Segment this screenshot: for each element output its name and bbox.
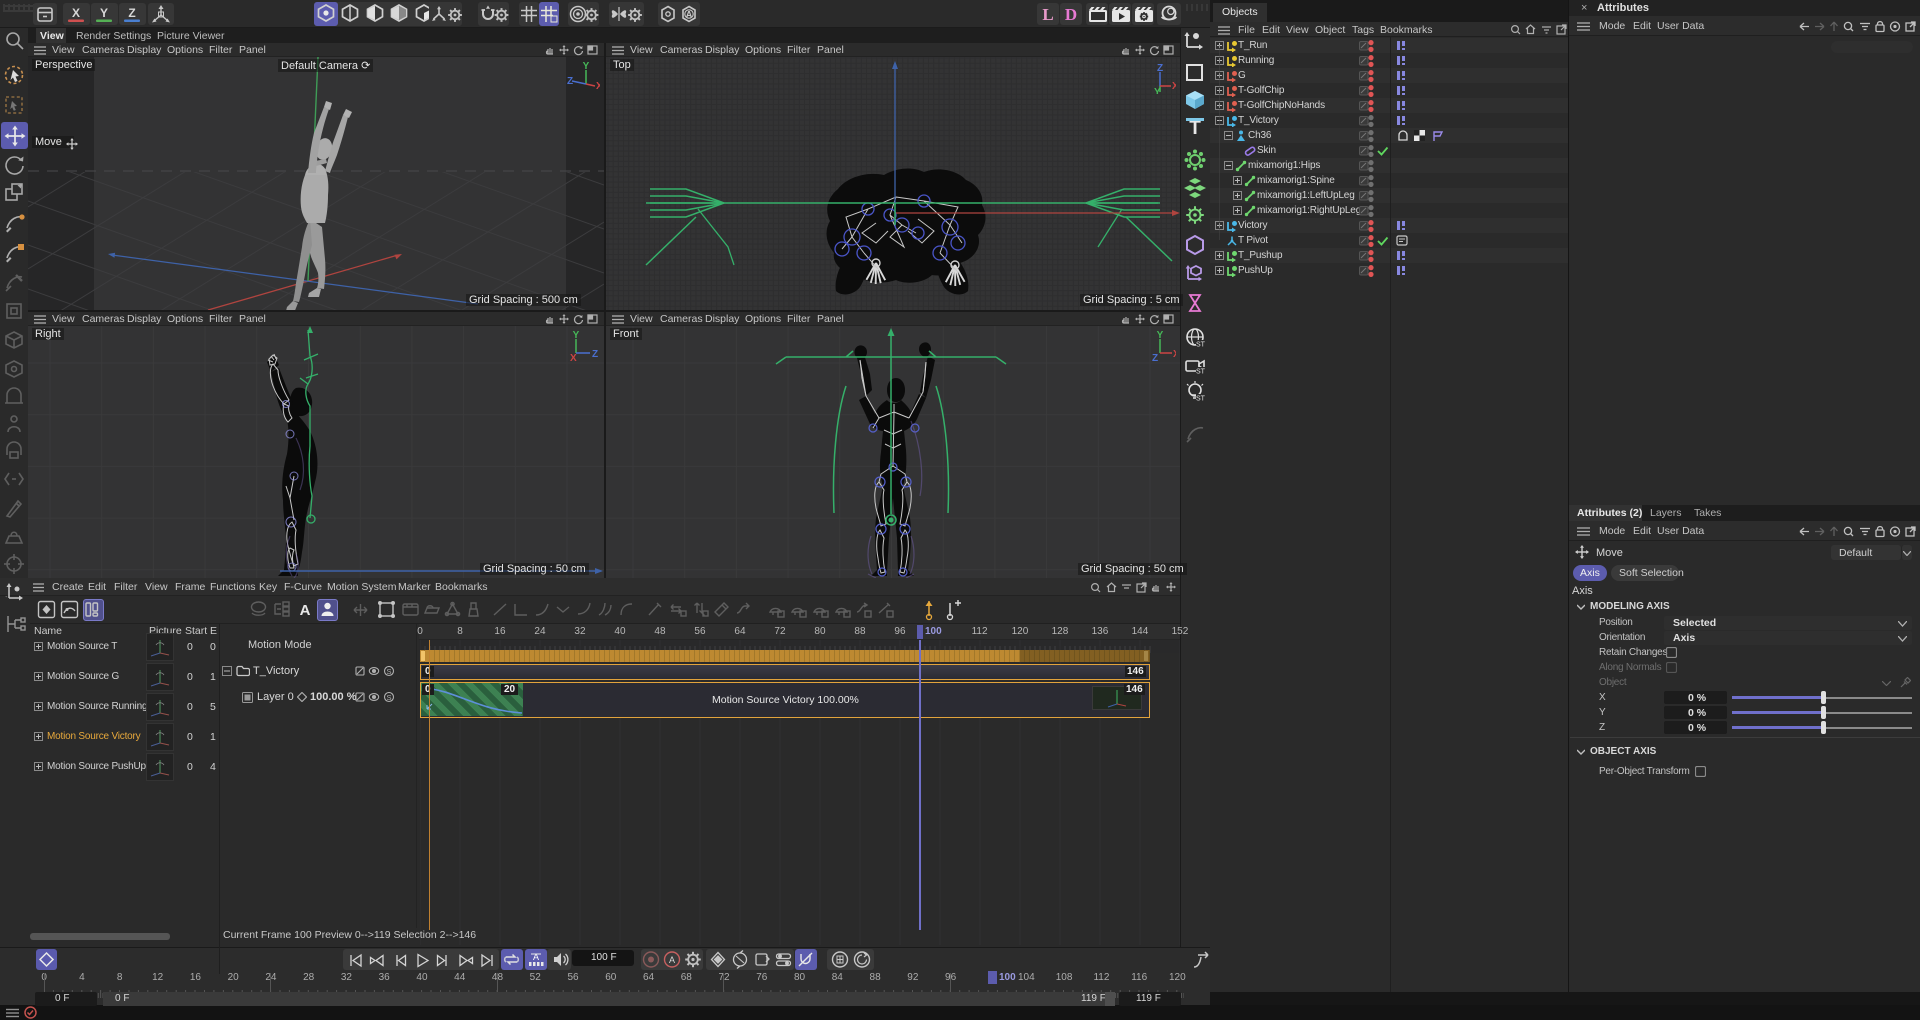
svg-text:S: S	[386, 693, 391, 702]
svg-text:Y: Y	[583, 62, 590, 72]
svg-text:Z: Z	[1152, 353, 1158, 363]
svg-text:Y: Y	[1154, 87, 1161, 94]
svg-text:ST: ST	[1196, 396, 1206, 403]
svg-text:S: S	[386, 667, 391, 676]
svg-text:X: X	[1173, 349, 1176, 360]
svg-text:L: L	[1042, 5, 1053, 24]
svg-text:T: T	[1189, 118, 1201, 139]
svg-text:X: X	[570, 353, 577, 363]
svg-text:Z: Z	[592, 349, 598, 360]
svg-text:Z: Z	[1157, 63, 1163, 74]
svg-text:ST: ST	[1196, 342, 1206, 349]
svg-text:X: X	[596, 81, 600, 92]
svg-text:X: X	[72, 6, 80, 20]
svg-text:Y: Y	[1157, 331, 1164, 341]
svg-text:A: A	[669, 955, 675, 965]
svg-text:Y: Y	[573, 331, 580, 341]
svg-text:Y: Y	[100, 6, 108, 20]
svg-text:ST: ST	[1196, 369, 1206, 376]
svg-text:X: X	[1172, 81, 1176, 92]
svg-text:A: A	[686, 10, 693, 20]
svg-text:Z: Z	[567, 76, 573, 87]
svg-text:Z: Z	[128, 6, 135, 20]
svg-text:D: D	[1065, 5, 1077, 24]
svg-text:A: A	[300, 602, 311, 619]
